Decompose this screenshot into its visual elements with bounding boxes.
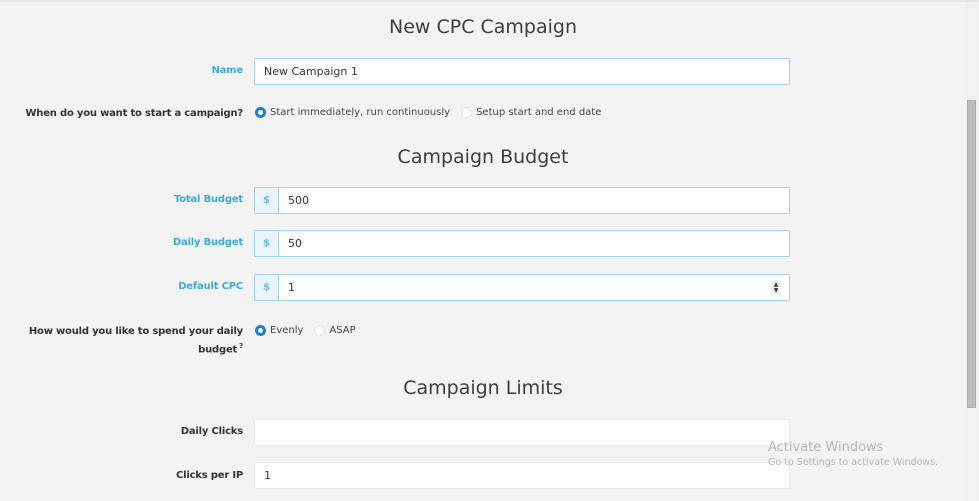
spend-question-line1: How would you like to spend your daily xyxy=(28,326,243,337)
radio-setup-dates-label: Setup start and end date xyxy=(476,107,602,118)
currency-addon: $ xyxy=(255,275,279,300)
clicks-per-ip-label: Clicks per IP xyxy=(175,470,243,481)
help-icon[interactable]: ? xyxy=(239,342,243,350)
total-budget-label: Total Budget xyxy=(173,194,243,205)
radio-unselected-icon[interactable] xyxy=(314,325,326,336)
total-budget-input[interactable]: $ 500 xyxy=(254,187,790,214)
start-radio-group: Start immediately, run continuously Setu… xyxy=(255,107,612,118)
watermark-line2: Go to Settings to activate Windows. xyxy=(768,457,939,468)
radio-asap-label: ASAP xyxy=(329,325,356,336)
name-input-value: New Campaign 1 xyxy=(264,65,358,78)
currency-addon: $ xyxy=(255,188,279,213)
daily-clicks-label: Daily Clicks xyxy=(180,426,243,437)
spin-down-icon[interactable]: ▼ xyxy=(774,287,779,294)
clicks-per-ip-input[interactable]: 1 xyxy=(254,462,790,489)
page-title: New CPC Campaign xyxy=(388,16,577,38)
default-cpc-value: 1 xyxy=(288,281,295,294)
windows-activation-watermark: Activate Windows Go to Settings to activ… xyxy=(768,440,938,468)
radio-unselected-icon[interactable] xyxy=(461,107,473,118)
radio-asap[interactable]: ASAP xyxy=(314,325,356,336)
clicks-per-ip-value: 1 xyxy=(264,469,271,482)
radio-selected-icon[interactable] xyxy=(255,325,266,336)
total-budget-value: 500 xyxy=(288,194,309,207)
spend-question-label: How would you like to spend your daily b… xyxy=(29,324,243,357)
radio-start-immediately-label: Start immediately, run continuously xyxy=(270,107,451,118)
radio-evenly[interactable]: Evenly xyxy=(255,325,303,336)
scrollbar-thumb[interactable] xyxy=(967,100,976,408)
name-input[interactable]: New Campaign 1 xyxy=(254,58,790,85)
number-spinner[interactable]: ▲ ▼ xyxy=(771,280,781,295)
spend-radio-group: Evenly ASAP xyxy=(255,325,367,336)
daily-clicks-input[interactable] xyxy=(254,419,790,446)
default-cpc-input[interactable]: $ 1 ▲ ▼ xyxy=(254,274,790,301)
limits-section-title: Campaign Limits xyxy=(403,377,563,399)
budget-section-title: Campaign Budget xyxy=(397,146,569,168)
watermark-line1: Activate Windows xyxy=(768,440,884,455)
daily-budget-input[interactable]: $ 50 xyxy=(254,230,790,257)
radio-evenly-label: Evenly xyxy=(270,325,304,336)
name-label: Name xyxy=(211,65,243,76)
currency-addon: $ xyxy=(255,231,279,256)
default-cpc-label: Default CPC xyxy=(178,281,243,292)
radio-setup-dates[interactable]: Setup start and end date xyxy=(461,107,601,118)
daily-budget-label: Daily Budget xyxy=(172,237,243,248)
daily-budget-value: 50 xyxy=(288,237,302,250)
spend-question-line2: budget xyxy=(198,344,238,356)
radio-selected-icon[interactable] xyxy=(255,107,266,118)
start-question-label: When do you want to start a campaign? xyxy=(25,108,243,119)
top-border xyxy=(0,0,979,2)
radio-start-immediately[interactable]: Start immediately, run continuously xyxy=(255,107,450,118)
